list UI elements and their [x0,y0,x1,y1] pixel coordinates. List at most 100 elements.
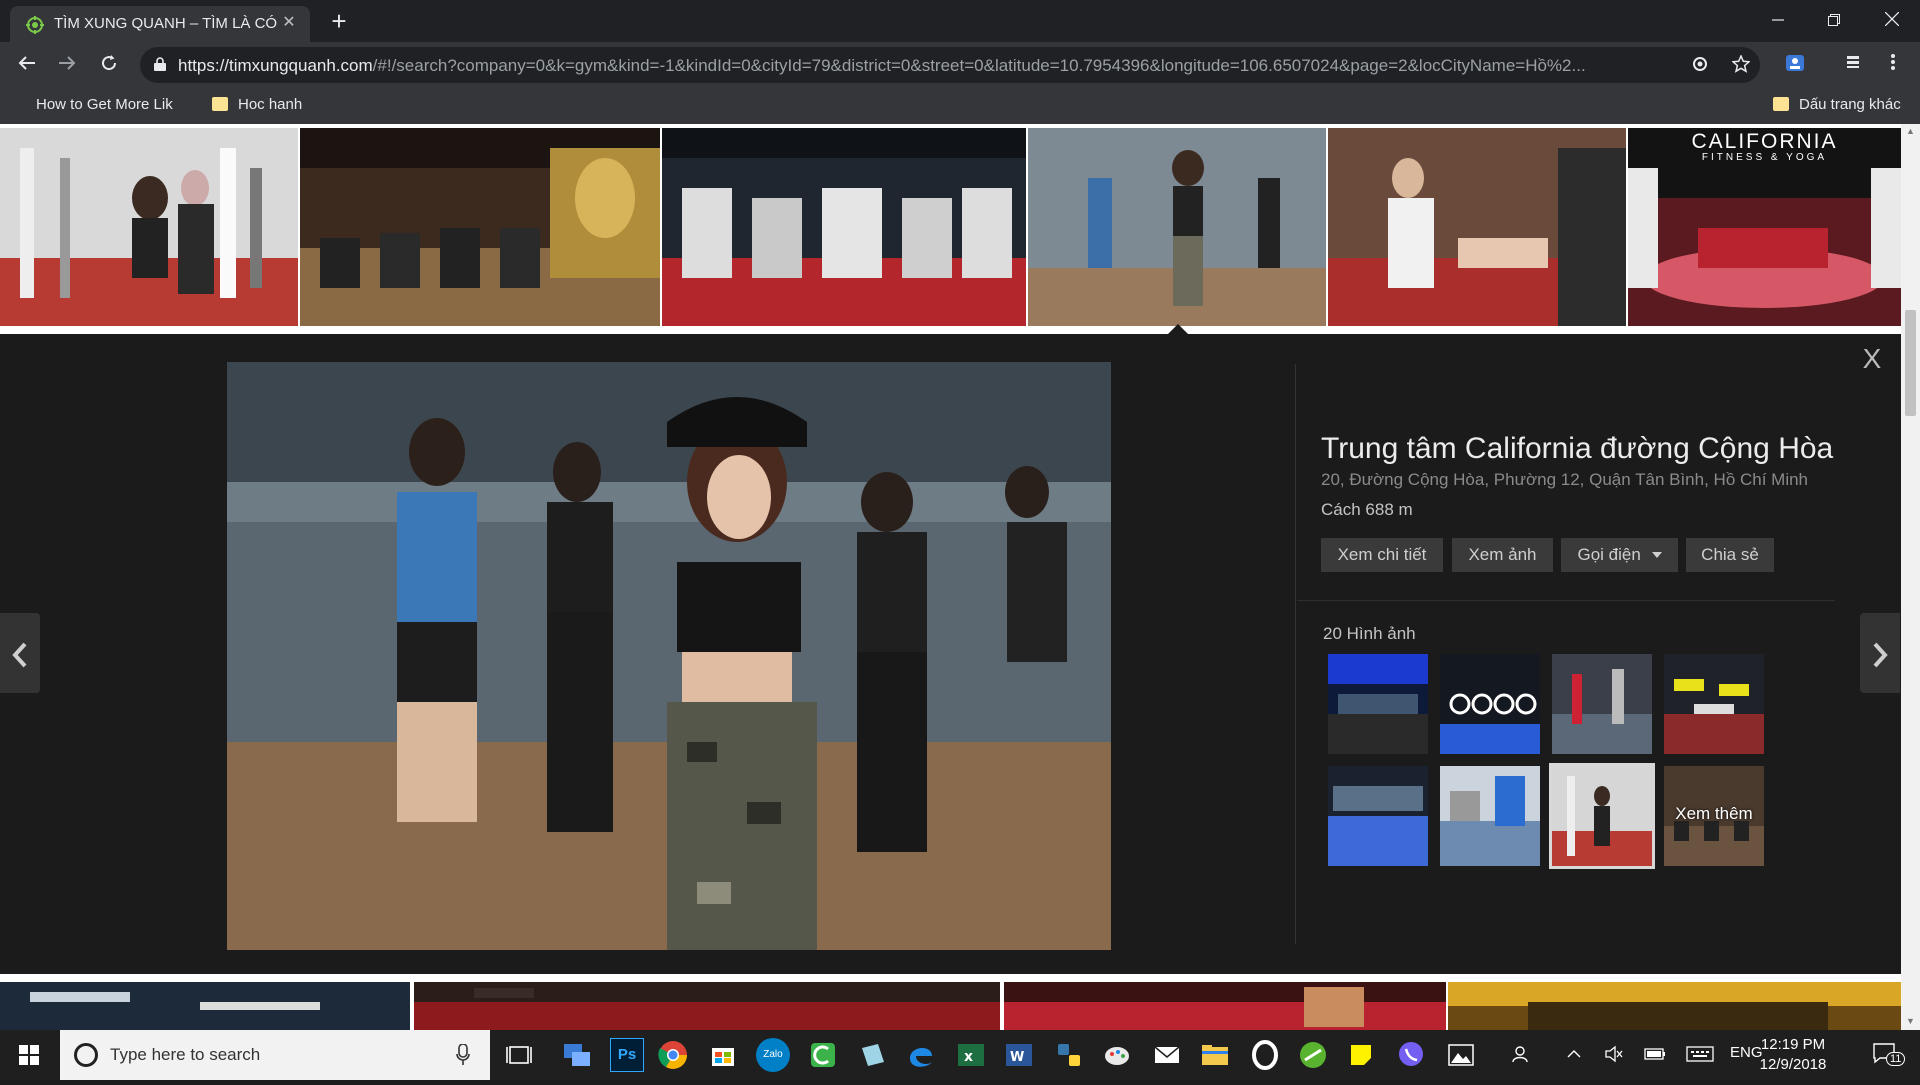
location-icon[interactable] [1689,55,1711,77]
gym-photo [0,128,298,326]
scroll-thumb[interactable] [1905,310,1916,416]
result-thumbnail[interactable] [300,128,660,326]
result-thumbnail[interactable]: CALIFORNIA FITNESS & YOGA [1628,128,1901,326]
gym-photo [0,982,410,1030]
camtasia-icon[interactable] [806,1038,840,1072]
green-app-icon[interactable] [1296,1038,1330,1072]
result-thumbnail[interactable] [414,982,1000,1030]
word-icon[interactable]: W [1002,1038,1036,1072]
other-bookmarks-folder[interactable]: Dấu trang khác [1773,96,1901,113]
restore-window-button[interactable] [1812,4,1856,36]
gallery-thumbnail[interactable] [1552,654,1652,754]
viber-icon[interactable] [1394,1038,1428,1072]
photoshop-icon[interactable]: Ps [610,1038,644,1072]
volume-muted-icon[interactable] [1604,1044,1624,1064]
result-thumbnail[interactable] [0,128,298,326]
chrome-icon[interactable] [656,1038,690,1072]
gallery-thumbnail[interactable] [1440,654,1540,754]
tab-close-icon[interactable]: ✕ [278,12,300,34]
new-tab-button[interactable]: + [324,7,354,37]
zalo-icon[interactable]: Zalo [756,1038,790,1072]
mail-icon[interactable] [1150,1038,1184,1072]
action-center-button[interactable]: 11 [1866,1042,1906,1072]
extension-translate-icon[interactable] [1782,52,1808,78]
chevron-up-icon[interactable] [1566,1044,1582,1064]
people-icon[interactable] [1512,1044,1532,1064]
gallery-photo [1328,766,1428,866]
url-path: /#!/search?company=0&k=gym&kind=-1&kindI… [372,56,1586,75]
gallery-thumbnail-selected[interactable] [1549,763,1655,869]
task-view-icon[interactable] [502,1038,536,1072]
page-content: CALIFORNIA FITNESS & YOGA X Trung tâm Ca… [0,124,1901,1030]
viewer-divider [1295,364,1296,944]
gallery-thumbnail[interactable] [1440,766,1540,866]
california-banner: CALIFORNIA [1691,130,1838,153]
result-thumbnail[interactable] [1448,982,1901,1030]
tab-title: TÌM XUNG QUANH – TÌM LÀ CÓ [54,15,278,32]
store-icon[interactable] [706,1038,740,1072]
next-arrow-button[interactable] [1860,613,1900,693]
dance-class-large-photo [227,362,1111,950]
svg-text:x: x [964,1049,973,1065]
taskbar-search-box[interactable]: Type here to search [60,1030,490,1080]
notes-app-icon[interactable] [856,1038,890,1072]
result-thumbnail-selected[interactable] [1028,128,1326,326]
microphone-icon[interactable] [456,1044,470,1066]
remote-desktop-icon[interactable] [560,1038,594,1072]
prev-arrow-button[interactable] [0,613,40,693]
opera-icon[interactable] [1248,1038,1282,1072]
call-dropdown-button[interactable]: Gọi điện [1561,538,1678,572]
gallery-thumbnail[interactable] [1664,654,1764,754]
browser-tab-active[interactable]: TÌM XUNG QUANH – TÌM LÀ CÓ ✕ [10,6,310,42]
scroll-up-icon[interactable]: ▲ [1904,126,1917,138]
bookmark-item[interactable]: How to Get More Lik [12,96,173,113]
close-window-button[interactable] [1870,4,1914,36]
caret-down-icon [1651,552,1662,558]
viewer-close-button[interactable]: X [1858,344,1886,374]
file-explorer-icon[interactable] [1198,1038,1232,1072]
clock-time[interactable]: 12:19 PM [1748,1036,1838,1053]
reload-icon [102,55,117,71]
paint-icon[interactable] [1100,1038,1134,1072]
main-photo [227,362,1111,950]
gallery-photo [1440,654,1540,754]
svg-text:W: W [1010,1050,1024,1065]
kebab-menu-icon [1891,54,1895,70]
address-bar[interactable]: https://timxungquanh.com/#!/search?compa… [140,47,1760,83]
view-details-button[interactable]: Xem chi tiết [1321,538,1443,572]
gallery-thumbnail[interactable] [1328,654,1428,754]
chrome-menu-button[interactable] [1880,52,1906,78]
browser-toolbar: https://timxungquanh.com/#!/search?compa… [0,42,1920,88]
photos-icon[interactable] [1444,1038,1478,1072]
page-scrollbar[interactable]: ▲ ▼ [1901,124,1920,1030]
see-more-thumbnail[interactable]: Xem thêm [1664,766,1764,866]
edge-icon[interactable] [904,1038,938,1072]
result-thumbnail[interactable] [662,128,1026,326]
view-photos-button[interactable]: Xem ảnh [1452,538,1553,572]
clock-date[interactable]: 12/9/2018 [1748,1056,1838,1073]
place-distance: Cách 688 m [1321,500,1413,519]
excel-icon[interactable]: x [954,1038,988,1072]
extensions-icon[interactable] [1840,52,1866,78]
bookmark-star-icon[interactable] [1730,54,1752,77]
result-thumbnail[interactable] [1328,128,1626,326]
detail-viewer: X Trung tâm California đường Cộng Hòa 20… [0,334,1901,974]
machines-photo [662,128,1026,326]
result-thumbnail[interactable] [0,982,410,1030]
share-button[interactable]: Chia sẻ [1686,538,1774,572]
result-thumbnail[interactable] [1004,982,1446,1030]
gallery-thumbnail[interactable] [1328,766,1428,866]
url-host: https://timxungquanh.com [178,56,373,75]
sticky-notes-icon[interactable] [1344,1038,1378,1072]
scroll-down-icon[interactable]: ▼ [1904,1016,1917,1028]
keyboard-icon[interactable] [1686,1044,1714,1064]
reload-button[interactable] [94,50,124,80]
python-icon[interactable] [1052,1038,1086,1072]
minimize-window-button[interactable] [1756,4,1800,36]
back-button[interactable] [12,50,42,80]
bookmark-folder[interactable]: Hoc hanh [212,96,302,113]
battery-icon[interactable] [1644,1044,1666,1064]
forward-button[interactable] [52,50,82,80]
gallery-photo [1440,766,1540,866]
start-button[interactable] [0,1030,60,1080]
